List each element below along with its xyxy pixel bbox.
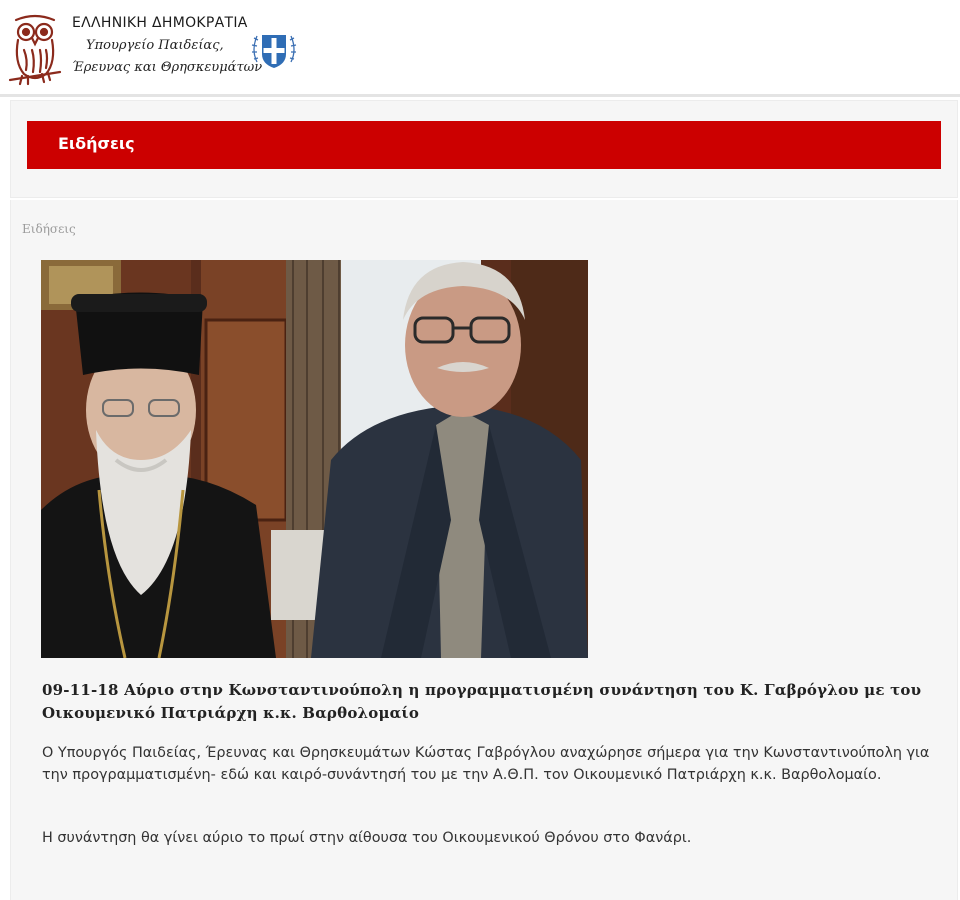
org-name: ΕΛΛΗΝΙΚΗ ΔΗΜΟΚΡΑΤΙΑ [72, 15, 248, 31]
breadcrumb-link[interactable]: Ειδήσεις [22, 222, 76, 236]
ministry-name-line-1: Υπουργείο Παιδείας, [86, 38, 224, 53]
section-title: Ειδήσεις [58, 134, 135, 153]
greek-coat-of-arms-icon [251, 35, 297, 68]
article-photo [41, 260, 588, 658]
header-divider [0, 94, 960, 97]
ministry-title-block: ΕΛΛΗΝΙΚΗ ΔΗΜΟΚΡΑΤΙΑ Υπουργείο Παιδείας, … [72, 14, 262, 78]
article-paragraph-1: Ο Υπουργός Παιδείας, Έρευνας και Θρησκευ… [42, 745, 930, 783]
article-paragraph-2: Η συνάντηση θα γίνει αύριο το πρωί στην … [42, 830, 692, 846]
owl-logo-icon[interactable] [6, 10, 64, 88]
ministry-name-line-2: Έρευνας και Θρησκευμάτων [72, 60, 263, 75]
site-header: ΕΛΛΗΝΙΚΗ ΔΗΜΟΚΡΑΤΙΑ Υπουργείο Παιδείας, … [0, 0, 960, 94]
section-title-banner: Ειδήσεις [27, 121, 941, 169]
article-title[interactable]: 09-11-18 Αύριο στην Κωνσταντινούπολη η π… [42, 679, 942, 725]
